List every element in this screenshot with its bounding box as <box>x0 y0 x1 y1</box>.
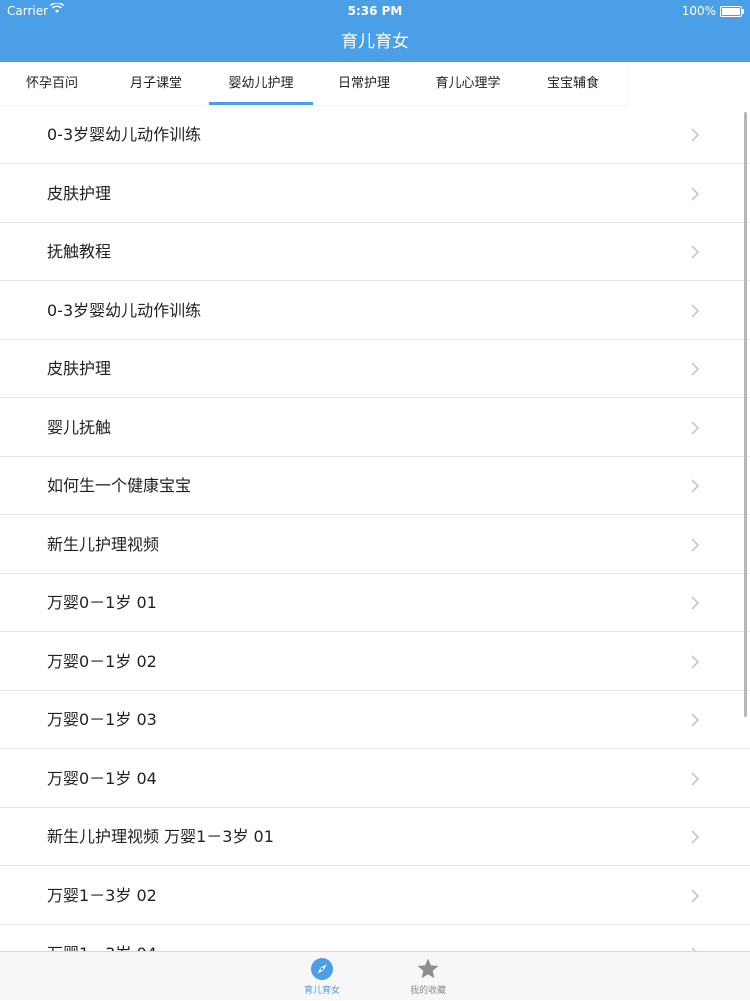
video-list: 0-3岁婴幼儿动作训练 皮肤护理 抚触教程 0-3岁婴幼儿动作训练 皮肤护理 婴… <box>0 106 750 951</box>
tab-infant-care[interactable]: 婴幼儿护理 <box>209 62 313 105</box>
status-time: 5:36 PM <box>347 4 403 18</box>
list-item-label: 0-3岁婴幼儿动作训练 <box>47 300 202 320</box>
list-item[interactable]: 万婴0－1岁 01 <box>0 574 750 632</box>
tabbar-item-favorites[interactable]: 我的收藏 <box>388 952 468 1001</box>
chevron-right-icon <box>691 537 700 552</box>
chevron-right-icon <box>691 186 700 201</box>
list-item-label: 万婴0－1岁 01 <box>47 593 157 612</box>
chevron-right-icon <box>691 245 700 259</box>
tab-baby-food[interactable]: 宝宝辅食 <box>534 62 612 105</box>
list-item-label: 万婴1－3岁 04 <box>47 925 157 951</box>
list-item-label: 万婴0－1岁 03 <box>47 710 157 729</box>
tabbar-label: 育儿育女 <box>303 986 340 996</box>
bottom-tab-bar: 育儿育女 我的收藏 <box>0 951 750 1000</box>
chevron-right-icon <box>691 362 700 376</box>
chevron-right-icon <box>691 888 700 903</box>
list-item[interactable]: 0-3岁婴幼儿动作训练 <box>0 282 750 340</box>
list-item-label: 如何生一个健康宝宝 <box>47 476 192 495</box>
list-item[interactable]: 新生儿护理视频 <box>0 516 750 574</box>
page-title: 育儿育女 <box>341 32 409 52</box>
list-item-label: 万婴0－1岁 02 <box>47 651 157 671</box>
list-item-label: 新生儿护理视频 <box>47 534 160 554</box>
category-tabs: 怀孕百问 月子课堂 婴幼儿护理 日常护理 育儿心理学 宝宝辅食 <box>0 62 628 105</box>
list-item[interactable]: 抚触教程 <box>0 223 750 281</box>
list-item-label: 抚触教程 <box>47 242 112 261</box>
list-item-label: 0-3岁婴幼儿动作训练 <box>47 125 202 144</box>
chevron-right-icon <box>691 420 700 435</box>
battery-percent: 100% <box>681 4 716 18</box>
list-item[interactable]: 新生儿护理视频 万婴1－3岁 01 <box>0 808 750 866</box>
list-item-label: 新生儿护理视频 万婴1－3岁 01 <box>47 827 274 846</box>
tab-daily-care[interactable]: 日常护理 <box>325 62 403 105</box>
chevron-right-icon <box>691 771 700 786</box>
list-item[interactable]: 万婴0－1岁 03 <box>0 691 750 749</box>
status-bar: Carrier 5:36 PM 100% <box>0 0 750 22</box>
list-item-label: 婴儿抚触 <box>47 417 112 437</box>
list-item[interactable]: 万婴1－3岁 04 <box>0 925 750 951</box>
chevron-right-icon <box>691 479 700 493</box>
list-item[interactable]: 皮肤护理 <box>0 165 750 223</box>
tabbar-item-parenting[interactable]: 育儿育女 <box>282 952 362 1001</box>
list-item-label: 皮肤护理 <box>47 183 112 203</box>
list-item[interactable]: 0-3岁婴幼儿动作训练 <box>0 106 750 164</box>
list-item[interactable]: 如何生一个健康宝宝 <box>0 457 750 515</box>
list-item[interactable]: 万婴0－1岁 04 <box>0 750 750 808</box>
list-item[interactable]: 万婴1－3岁 02 <box>0 867 750 925</box>
list-item-label: 万婴0－1岁 04 <box>47 768 157 788</box>
tab-pregnancy-faq[interactable]: 怀孕百问 <box>14 62 90 105</box>
battery-icon <box>720 6 744 17</box>
chevron-right-icon <box>691 654 700 669</box>
list-item[interactable]: 万婴0－1岁 02 <box>0 633 750 691</box>
top-bar: Carrier 5:36 PM 100% 育儿育女 <box>0 0 750 62</box>
list-item-label: 皮肤护理 <box>47 359 112 378</box>
chevron-right-icon <box>691 830 700 844</box>
tabbar-label: 我的收藏 <box>409 986 446 996</box>
list-item[interactable]: 婴儿抚触 <box>0 399 750 457</box>
chevron-right-icon <box>691 596 700 610</box>
compass-icon <box>311 958 333 980</box>
list-item-label: 万婴1－3岁 02 <box>47 885 157 905</box>
tab-confinement-class[interactable]: 月子课堂 <box>117 62 195 105</box>
scroll-indicator[interactable] <box>744 112 747 717</box>
tab-parenting-psychology[interactable]: 育儿心理学 <box>420 62 516 105</box>
chevron-right-icon <box>691 303 700 318</box>
list-item[interactable]: 皮肤护理 <box>0 340 750 398</box>
star-icon <box>417 958 439 979</box>
chevron-right-icon <box>691 713 700 727</box>
chevron-right-icon <box>691 128 700 142</box>
